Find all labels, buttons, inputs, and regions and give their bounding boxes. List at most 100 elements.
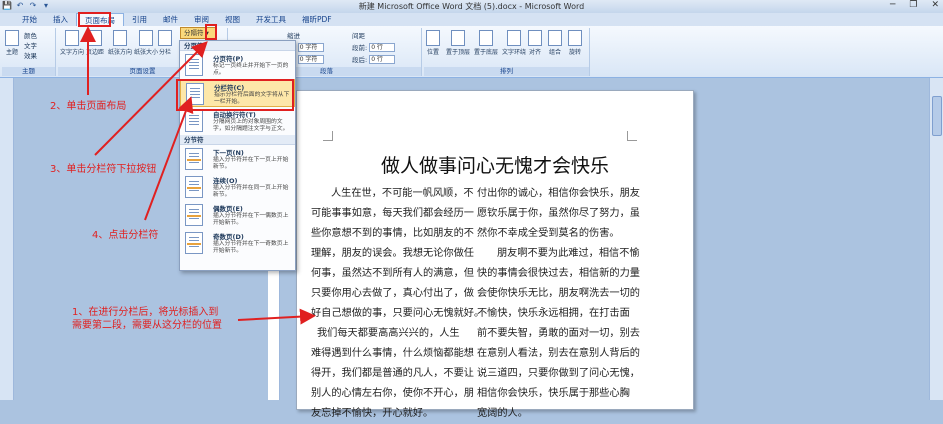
align-icon [528,30,542,46]
group-button[interactable]: 组合 [548,30,562,56]
indent-right-input[interactable]: 0 字符 [297,54,324,64]
paragraph-line: 理解，朋友的误会。我想无论你做任 [311,248,474,259]
annotation-step1: 1、在进行分栏后，将光标插入到 需要第二段，需要从这分栏的位置 [72,307,222,331]
annotation-step4: 4、点击分栏符 [92,230,159,241]
paragraph-line: 可能事事如意，每天我们都会经历一 [311,208,474,219]
annotation-step3: 3、单击分栏符下拉按钮 [50,164,157,175]
next-page-icon [185,148,203,170]
document-page[interactable]: 做人做事问心无愧才会快乐 人生在世，不可能一帆风顺，不 可能事事如意，每天我们都… [296,90,694,419]
margin-corner-left [323,131,333,141]
paragraph-line: 友忘掉不愉快，开心就好。 [311,408,434,419]
theme-fonts[interactable]: 文字 [24,40,37,50]
size-icon [139,30,153,46]
paragraph-line: 别人的心情左右你，使你不开心，朋 [311,388,474,399]
tab-view[interactable]: 视图 [217,13,248,26]
continuous-icon [185,176,203,198]
theme-effects[interactable]: 效果 [24,50,37,60]
arrange-group-label: 排列 [424,67,589,76]
paragraph-line: 说三道四，只要你做到了问心无愧， [477,368,640,379]
tab-insert[interactable]: 插入 [45,13,76,26]
paragraph-line: 付出你的诚心，相信你会快乐，朋友 [477,188,640,199]
wrap-text-icon [507,30,521,46]
theme-colors[interactable]: 颜色 [24,30,37,40]
text-wrapping-icon [185,110,203,132]
margins-icon [88,30,102,46]
paragraph-line: 前不要失智，勇敢的面对一切，别去 [477,328,640,339]
menu-item-page-break[interactable]: 分页符(P) 标记一页终止并开始下一页的 点。 [180,51,295,79]
tab-developer[interactable]: 开发工具 [248,13,294,26]
paragraph-line: 何事，虽然达不到所有人的满意，但 [311,268,474,279]
menu-item-even-page[interactable]: 偶数页(E) 插入分节符并在下一偶数页上 开始新节。 [180,201,295,229]
tab-foxit-pdf[interactable]: 福昕PDF [294,13,340,26]
paragraph-line: 得开，我们都是普通的凡人，不要让 [311,368,474,379]
breaks-menu: 分页符 分页符(P) 标记一页终止并开始下一页的 点。 分栏符(C) 指示分栏符… [179,40,296,271]
column-break-highlight [176,79,294,111]
group-icon [548,30,562,46]
paragraph-line: 宽阔的人。 [477,408,528,419]
arrange-group: 位置 置于顶层 置于底层 文字环绕 对齐 组合 旋转 排列 [424,28,590,76]
paragraph-line: 好自己想做的事，只要问心无愧就好。 [311,308,485,319]
vertical-scrollbar[interactable] [929,78,943,400]
menu-item-text-wrapping[interactable]: 自动换行符(T) 分隔网页上的对象周围的文 字，如分隔题注文字与正文。 [180,107,295,135]
section-breaks-header: 分节符 [180,135,295,145]
breaks-dropdown-highlight [205,24,217,40]
left-column: 人生在世，不可能一帆风顺，不 可能事事如意，每天我们都会经历一 些你意想不到的事… [311,184,485,424]
paragraph-line: 相信你会快乐，快乐属于那些心胸 [477,388,630,399]
left-pane [0,78,14,400]
paragraph-line: 快的事情会很快过去，相信新的力量 [477,268,640,279]
tab-references[interactable]: 引用 [124,13,155,26]
columns-button[interactable]: 分栏 [158,30,172,56]
rotate-icon [568,30,582,46]
indent-left-input[interactable]: 0 字符 [297,42,324,52]
text-direction-button[interactable]: 文字方向 [60,30,84,56]
align-button[interactable]: 对齐 [528,30,542,56]
themes-button[interactable]: 主题 [5,30,19,56]
themes-icon [5,30,19,46]
paragraph-line: 我们每天都要高高兴兴的，人生 [317,328,460,339]
paragraph-line: 些你意想不到的事情，比如朋友的不 [311,228,474,239]
menu-item-continuous[interactable]: 连续(O) 插入分节符并在同一页上开始 新节。 [180,173,295,201]
send-back-button[interactable]: 置于底层 [474,30,498,56]
margin-corner-right [627,131,637,141]
bring-front-button[interactable]: 置于顶层 [446,30,470,56]
text-direction-icon [65,30,79,46]
wrap-text-button[interactable]: 文字环绕 [502,30,526,56]
menu-item-next-page[interactable]: 下一页(N) 插入分节符并在下一页上开始 新节。 [180,145,295,173]
close-button[interactable]: ✕ [931,0,939,10]
tab-home[interactable]: 开始 [14,13,45,26]
tab-mailings[interactable]: 邮件 [155,13,186,26]
rotate-button[interactable]: 旋转 [568,30,582,56]
scrollbar-thumb[interactable] [932,96,942,136]
paragraph-line: 难得遇到什么事情，什么烦恼都能想 [311,348,474,359]
menu-item-odd-page[interactable]: 奇数页(D) 插入分节符并在下一奇数页上 开始新节。 [180,229,295,257]
paragraph-line: 愿钦乐属于你，虽然你尽了努力，虽 [477,208,640,219]
bring-front-icon [451,30,465,46]
odd-page-icon [185,232,203,254]
annotation-step2: 2、单击页面布局 [50,101,127,112]
spacing-before: 段前: 0 行 [352,42,396,52]
page-layout-highlight [78,12,111,27]
margins-button[interactable]: 页边距 [86,30,104,56]
paragraph-line: 不愉快，快乐永远相拥，在打击面 [477,308,630,319]
paragraph-line: 只要你用心去做了，真心付出了，做 [311,288,474,299]
size-button[interactable]: 纸张大小 [134,30,158,56]
spacing-after-input[interactable]: 0 行 [369,54,396,64]
indent-header: 缩进 [287,32,300,40]
title-bar: 💾 ↶ ↷ ▾ 新建 Microsoft Office Word 文档 (5).… [0,0,943,13]
paragraph-line: 然你不幸成全受到莫名的伤害。 [477,228,620,239]
spacing-before-input[interactable]: 0 行 [369,42,396,52]
position-button[interactable]: 位置 [426,30,440,56]
columns-icon [158,30,172,46]
minimize-button[interactable]: ─ [890,0,895,10]
spacing-header: 间距 [352,32,365,40]
paragraph-line: 人生在世，不可能一帆风顺，不 [331,188,474,199]
orientation-icon [113,30,127,46]
document-title: 做人做事问心无愧才会快乐 [380,155,609,177]
orientation-button[interactable]: 纸张方向 [108,30,132,56]
position-icon [426,30,440,46]
restore-button[interactable]: ❐ [909,0,917,10]
paragraph-line: 在意别人看法，别去在意别人背后的 [477,348,640,359]
paragraph-line: 会使你快乐无比，朋友啊洗去一切的 [477,288,640,299]
send-back-icon [479,30,493,46]
ribbon-tabs: 开始 插入 页面布局 引用 邮件 审阅 视图 开发工具 福昕PDF [0,13,943,26]
